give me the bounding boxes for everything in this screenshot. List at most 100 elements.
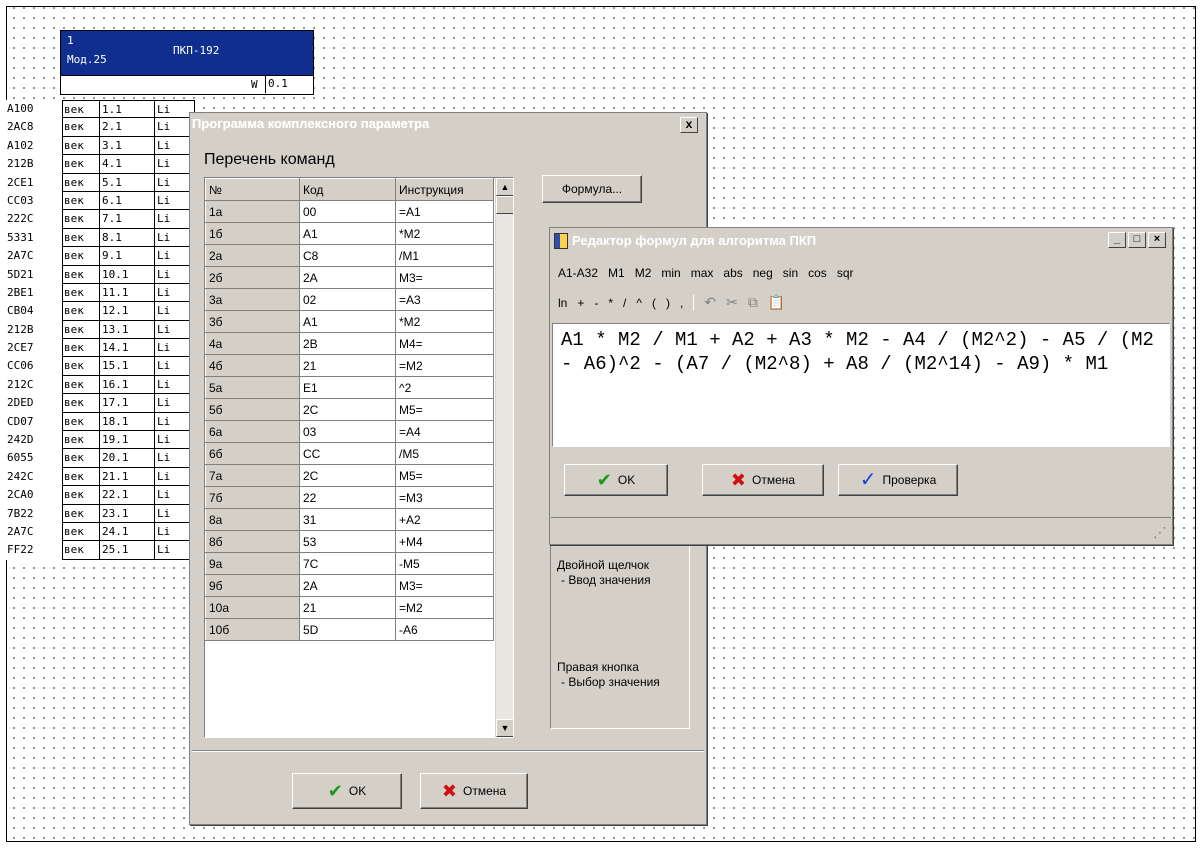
scroll-thumb[interactable] bbox=[496, 196, 513, 214]
command-grid[interactable]: № Код Инструкция 1a 00 =A1 1б A1 *M2 2a C8/M1 2б… bbox=[204, 177, 514, 738]
command-row-instruction[interactable]: M3= bbox=[395, 574, 494, 597]
module-row[interactable]: CC03 век 6.1 Li bbox=[6, 191, 195, 211]
command-row-instruction[interactable]: =M2 bbox=[395, 596, 494, 619]
command-row[interactable]: 6б CC/M5 bbox=[205, 442, 494, 465]
command-row[interactable]: 4a 2B M4= bbox=[205, 332, 494, 355]
command-row-code[interactable]: 5D bbox=[299, 618, 396, 641]
command-row-code[interactable]: 2A bbox=[299, 574, 396, 597]
module-row[interactable]: 222C век 7.1 Li bbox=[6, 210, 195, 229]
module-row[interactable]: CB04 век 12.1 Li bbox=[6, 302, 195, 321]
close-icon[interactable]: × bbox=[1148, 232, 1166, 248]
command-row-instruction[interactable]: =M2 bbox=[395, 354, 494, 377]
module-row[interactable]: A100 век 1.1 Li bbox=[6, 100, 195, 119]
command-row[interactable]: 2a C8/M1 bbox=[205, 244, 494, 267]
command-row[interactable]: 10б 5D -A6 bbox=[205, 618, 494, 641]
module-row[interactable]: 212B век 4.1 Li bbox=[6, 155, 195, 174]
module-row[interactable]: 2A7C век 9.1 Li bbox=[6, 247, 195, 266]
module-row[interactable]: 212C век 16.1 Li bbox=[6, 375, 195, 395]
scroll-up-icon[interactable]: ▲ bbox=[496, 178, 513, 196]
command-row[interactable]: 5a E1 ^2 bbox=[205, 376, 494, 399]
command-row-instruction[interactable]: +A2 bbox=[395, 508, 494, 531]
command-row[interactable]: 9б 2A M3= bbox=[205, 574, 494, 597]
command-grid-scrollbar[interactable]: ▲ ▼ bbox=[495, 178, 513, 737]
command-row[interactable]: 3б A1 *M2 bbox=[205, 310, 494, 333]
command-row-code[interactable]: 2A bbox=[299, 266, 396, 289]
cancel-button[interactable]: ✖ Отмена bbox=[420, 773, 528, 809]
command-row-code[interactable]: A1 bbox=[299, 222, 396, 245]
command-row-no[interactable]: 5a bbox=[205, 376, 300, 399]
command-row[interactable]: 8б 53 +M4 bbox=[205, 530, 494, 553]
command-row-code[interactable]: 21 bbox=[299, 354, 396, 377]
command-row-no[interactable]: 8б bbox=[205, 530, 300, 553]
column-header-no[interactable]: № bbox=[205, 178, 300, 201]
copy-icon[interactable]: ⧉ bbox=[748, 294, 758, 311]
command-row-no[interactable]: 6б bbox=[205, 442, 300, 465]
command-row-no[interactable]: 7a bbox=[205, 464, 300, 487]
command-row-instruction[interactable]: =A3 bbox=[395, 288, 494, 311]
function-item[interactable]: abs bbox=[723, 266, 742, 280]
command-row-no[interactable]: 9б bbox=[205, 574, 300, 597]
minimize-icon[interactable]: _ bbox=[1108, 232, 1126, 248]
command-row-instruction[interactable]: M5= bbox=[395, 464, 494, 487]
command-row-code[interactable]: 03 bbox=[299, 420, 396, 443]
command-row-no[interactable]: 7б bbox=[205, 486, 300, 509]
paste-icon[interactable]: 📋 bbox=[768, 294, 785, 311]
command-row-code[interactable]: A1 bbox=[299, 310, 396, 333]
module-row[interactable]: 242D век 19.1 Li bbox=[6, 431, 195, 450]
column-header-code[interactable]: Код bbox=[299, 178, 396, 201]
command-row-no[interactable]: 6a bbox=[205, 420, 300, 443]
command-row-code[interactable]: 21 bbox=[299, 596, 396, 619]
undo-icon[interactable]: ↶ bbox=[704, 294, 716, 311]
module-row[interactable]: 5331 век 8.1 Li bbox=[6, 228, 195, 248]
module-row[interactable]: 2DED век 17.1 Li bbox=[6, 394, 195, 413]
command-row[interactable]: 4б 21 =M2 bbox=[205, 354, 494, 377]
operator-item[interactable]: / bbox=[623, 296, 626, 310]
command-row[interactable]: 2б 2A M3= bbox=[205, 266, 494, 289]
function-item[interactable]: max bbox=[691, 266, 714, 280]
command-row-code[interactable]: 53 bbox=[299, 530, 396, 553]
module-row[interactable]: 2CA0 век 22.1 Li bbox=[6, 486, 195, 505]
command-row-code[interactable]: 31 bbox=[299, 508, 396, 531]
maximize-icon[interactable]: □ bbox=[1128, 232, 1146, 248]
command-row-code[interactable]: C8 bbox=[299, 244, 396, 267]
command-row[interactable]: 3a 02 =A3 bbox=[205, 288, 494, 311]
module-row[interactable]: 2AC8 век 2.1 Li bbox=[6, 118, 195, 137]
function-item[interactable]: M2 bbox=[635, 266, 652, 280]
scroll-down-icon[interactable]: ▼ bbox=[496, 719, 513, 737]
command-row-code[interactable]: E1 bbox=[299, 376, 396, 399]
command-row-no[interactable]: 9a bbox=[205, 552, 300, 575]
command-row-instruction[interactable]: M5= bbox=[395, 398, 494, 421]
command-row[interactable]: 9a 7C -M5 bbox=[205, 552, 494, 575]
module-row[interactable]: 242C век 21.1 Li bbox=[6, 467, 195, 487]
function-item[interactable]: A1-A32 bbox=[558, 266, 598, 280]
command-row-instruction[interactable]: *M2 bbox=[395, 310, 494, 333]
module-row[interactable]: 6055 век 20.1 Li bbox=[6, 449, 195, 468]
function-item[interactable]: sin bbox=[783, 266, 798, 280]
command-row-code[interactable]: 2C bbox=[299, 398, 396, 421]
command-row-code[interactable]: 00 bbox=[299, 200, 396, 223]
command-row-instruction[interactable]: =A1 bbox=[395, 200, 494, 223]
command-row-instruction[interactable]: =A4 bbox=[395, 420, 494, 443]
function-item[interactable]: sqr bbox=[837, 266, 854, 280]
command-row-instruction[interactable]: /M5 bbox=[395, 442, 494, 465]
formula-input[interactable]: A1 * M2 / M1 + A2 + A3 * M2 - A4 / (M2^2… bbox=[552, 323, 1170, 447]
command-row-instruction[interactable]: *M2 bbox=[395, 222, 494, 245]
operator-item[interactable]: ) bbox=[666, 296, 670, 310]
command-row-instruction[interactable]: ^2 bbox=[395, 376, 494, 399]
function-item[interactable]: cos bbox=[808, 266, 827, 280]
module-row[interactable]: FF22 век 25.1 Li bbox=[6, 541, 195, 560]
command-row-no[interactable]: 10a bbox=[205, 596, 300, 619]
command-row[interactable]: 5б 2C M5= bbox=[205, 398, 494, 421]
command-row[interactable]: 7a 2C M5= bbox=[205, 464, 494, 487]
command-row-no[interactable]: 3a bbox=[205, 288, 300, 311]
command-row[interactable]: 7б 22 =M3 bbox=[205, 486, 494, 509]
command-row-no[interactable]: 1a bbox=[205, 200, 300, 223]
module-row[interactable]: 2A7C век 24.1 Li bbox=[6, 522, 195, 542]
function-item[interactable]: min bbox=[661, 266, 680, 280]
editor-ok-button[interactable]: ✔ OK bbox=[564, 464, 668, 496]
command-row[interactable]: 10a 21 =M2 bbox=[205, 596, 494, 619]
module-row[interactable]: 2CE7 век 14.1 Li bbox=[6, 339, 195, 358]
command-row-code[interactable]: 02 bbox=[299, 288, 396, 311]
command-row[interactable]: 1a 00 =A1 bbox=[205, 200, 494, 223]
operator-item[interactable]: + bbox=[577, 296, 584, 310]
